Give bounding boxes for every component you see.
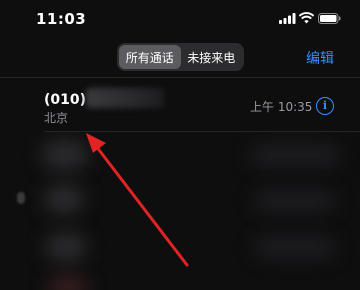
annotation-arrow [86,133,189,267]
